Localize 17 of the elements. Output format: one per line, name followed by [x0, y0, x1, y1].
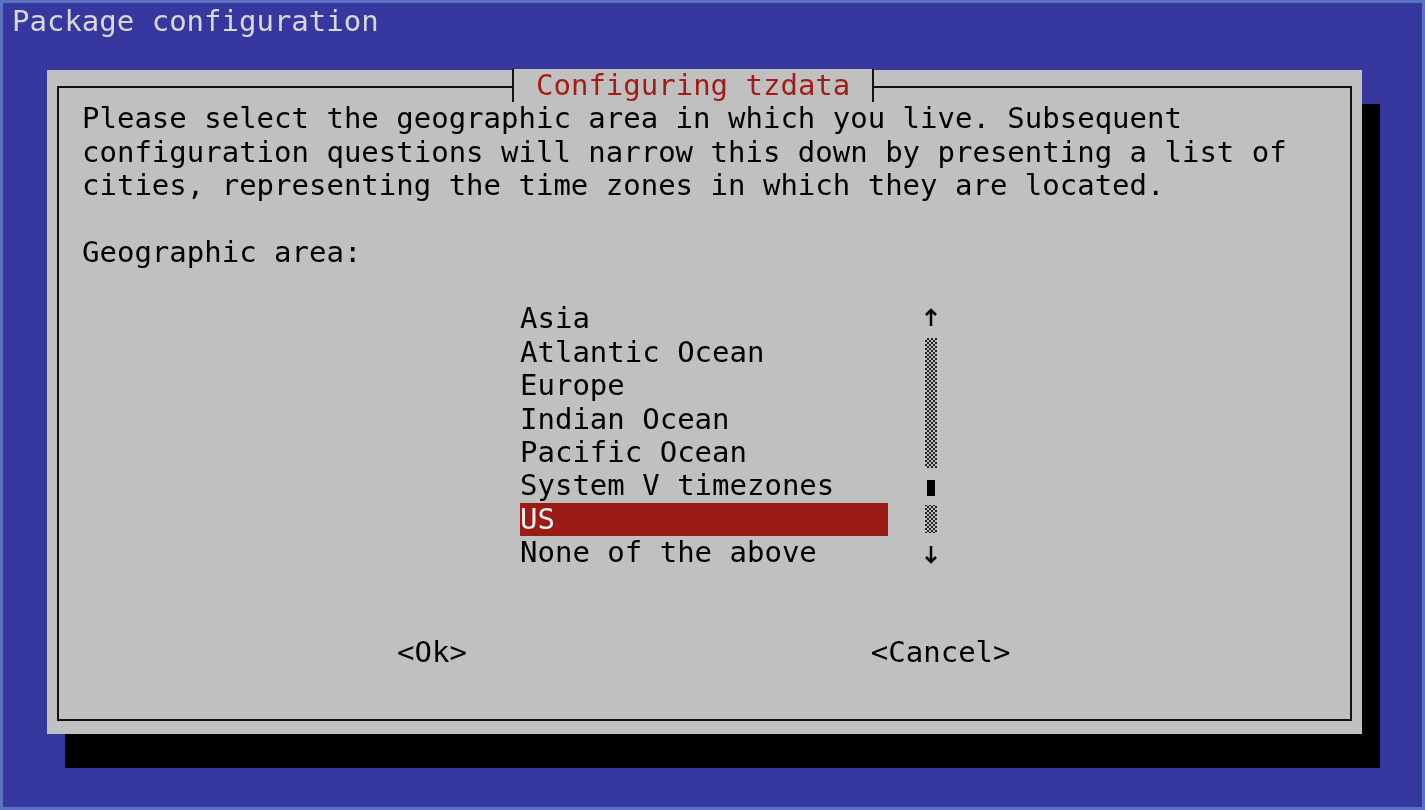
scroll-up-icon[interactable] [924, 308, 938, 328]
list-item[interactable]: Asia [520, 302, 888, 336]
dialog-message: Please select the geographic area in which you live. Subsequent configuration questions will narrow this down by presenting a list of cities, representing the time zones in which they are located. [82, 102, 1288, 203]
list-item[interactable]: Europe [520, 369, 888, 403]
list-item[interactable]: Indian Ocean [520, 402, 888, 436]
screen-title: Package configuration [12, 5, 379, 39]
scroll-down-icon[interactable] [924, 545, 938, 565]
scrollbar-thumb[interactable] [927, 480, 935, 497]
list-item[interactable]: None of the above [520, 536, 888, 570]
list-item[interactable]: US [520, 502, 888, 537]
list-item[interactable]: Pacific Ocean [520, 436, 888, 470]
list-item[interactable]: Atlantic Ocean [520, 335, 888, 370]
list-item[interactable]: System V timezones [520, 469, 888, 503]
cancel-button[interactable]: <Cancel> [870, 636, 1011, 670]
prompt-label: Geographic area: [82, 236, 363, 270]
ok-button[interactable]: <Ok> [397, 636, 467, 670]
dialog-title: Configuring tzdata [512, 69, 875, 103]
